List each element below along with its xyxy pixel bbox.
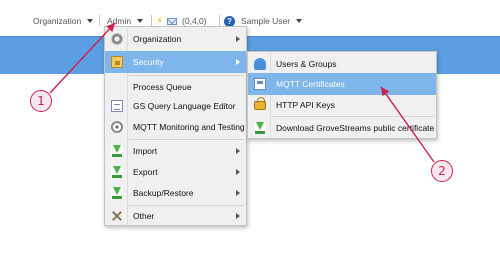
menu-item-label: Process Queue <box>133 82 192 92</box>
annotation-badge-2: 2 <box>431 160 453 182</box>
download-icon <box>111 187 123 199</box>
gear-icon <box>111 33 123 45</box>
menu-item-gs-query-editor[interactable]: GS Query Language Editor <box>105 95 246 117</box>
download-icon <box>254 122 266 134</box>
menu-item-other[interactable]: Other <box>105 205 246 227</box>
menu-item-backup-restore[interactable]: Backup/Restore <box>105 182 246 204</box>
submenu-item-label: HTTP API Keys <box>276 100 335 110</box>
submenu-item-mqtt-certificates[interactable]: MQTT Certificates <box>248 73 436 95</box>
download-icon <box>111 166 123 178</box>
chevron-right-icon <box>236 169 240 175</box>
mail-icon <box>167 17 178 25</box>
menu-item-import[interactable]: Import <box>105 140 246 162</box>
chevron-right-icon <box>236 59 240 65</box>
submenu-item-users-groups[interactable]: Users & Groups <box>248 53 436 75</box>
menu-item-label: Organization <box>133 34 182 44</box>
submenu-item-label: MQTT Certificates <box>276 79 345 89</box>
submenu-item-label: Users & Groups <box>276 59 337 69</box>
chevron-right-icon <box>236 36 240 42</box>
lock-icon <box>254 97 266 110</box>
menu-item-label: Security <box>133 57 164 67</box>
chevron-right-icon <box>236 148 240 154</box>
menu-item-label: MQTT Monitoring and Testing <box>133 122 245 132</box>
target-icon <box>111 121 123 133</box>
menu-item-label: Backup/Restore <box>133 188 194 198</box>
menu-item-mqtt-monitoring[interactable]: MQTT Monitoring and Testing <box>105 116 246 138</box>
menu-item-label: Other <box>133 211 155 221</box>
security-submenu: Users & Groups MQTT Certificates HTTP AP… <box>247 51 437 139</box>
organization-dropdown-label: Organization <box>33 16 82 26</box>
admin-dropdown-label: Admin <box>107 16 132 26</box>
toolbar-divider <box>99 15 100 26</box>
top-toolbar: Organization Admin ⚡ (0,4,0) ? Sample Us… <box>0 0 500 34</box>
toolbar-divider <box>219 15 220 26</box>
users-icon <box>254 58 266 70</box>
lightning-icon: ⚡ <box>156 15 164 27</box>
toolbar-divider <box>151 15 152 26</box>
notification-counts: (0,4,0) <box>182 16 207 26</box>
annotation-badge-1: 1 <box>30 90 52 112</box>
admin-menu: Organization Security Process Queue GS Q… <box>104 26 247 226</box>
help-icon[interactable]: ? <box>224 15 235 27</box>
chevron-down-icon <box>296 19 303 23</box>
certificate-icon <box>254 78 266 90</box>
chevron-down-icon <box>137 19 144 23</box>
submenu-item-label: Download GroveStreams public certificate <box>276 123 435 133</box>
organization-dropdown[interactable]: Organization <box>33 14 94 28</box>
submenu-item-download-public-cert[interactable]: Download GroveStreams public certificate <box>248 117 436 139</box>
lock-folder-icon <box>111 56 123 68</box>
menu-item-export[interactable]: Export <box>105 161 246 183</box>
menu-item-label: Export <box>133 167 158 177</box>
menu-item-security[interactable]: Security <box>105 51 246 73</box>
tools-icon <box>111 210 123 222</box>
document-icon <box>111 100 123 112</box>
chevron-down-icon <box>87 19 94 23</box>
download-icon <box>111 145 123 157</box>
chevron-right-icon <box>236 190 240 196</box>
submenu-item-http-api-keys[interactable]: HTTP API Keys <box>248 94 436 116</box>
menu-item-label: GS Query Language Editor <box>133 101 236 111</box>
user-name-label: Sample User <box>241 16 291 26</box>
menu-item-label: Import <box>133 146 158 156</box>
menu-item-organization[interactable]: Organization <box>105 28 246 50</box>
chevron-right-icon <box>236 213 240 219</box>
